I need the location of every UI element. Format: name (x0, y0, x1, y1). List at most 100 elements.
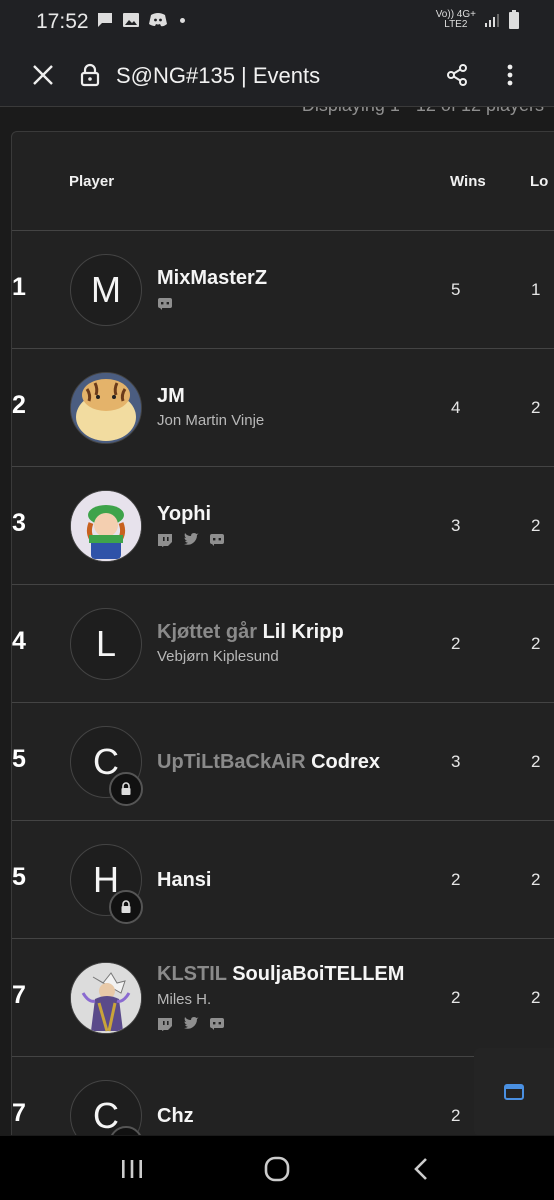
player-rank: 3 (12, 509, 26, 537)
player-tag: Codrex (311, 751, 380, 773)
discord-icon[interactable] (209, 533, 225, 547)
site-security-button[interactable] (76, 60, 104, 90)
player-rank: 5 (12, 863, 26, 891)
team-prefix: KLSTIL (157, 963, 227, 985)
table-header: Player Wins Lo (12, 132, 554, 231)
lock-icon (121, 900, 131, 913)
browser-toolbar: S@NG#135 | Events (0, 44, 554, 107)
player-rank: 2 (12, 391, 26, 419)
player-tag: Chz (157, 1105, 194, 1127)
twitter-icon[interactable] (183, 533, 199, 547)
character-art-avatar-image (71, 963, 141, 1033)
table-row[interactable]: 5 H Hansi 2 2 (12, 821, 554, 939)
player-tag: SouljaBoiTELLEM (232, 963, 405, 985)
more-options-button[interactable] (496, 60, 524, 90)
losses-value: 2 (531, 516, 541, 535)
open-in-app-button[interactable] (474, 1048, 554, 1135)
header-losses[interactable]: Lo (530, 173, 548, 190)
avatar-initial: M (91, 269, 121, 310)
lock-icon (121, 782, 131, 795)
twitch-icon[interactable] (157, 533, 173, 547)
table-row[interactable]: 1 M MixMasterZ 5 1 (12, 231, 554, 349)
wins-value: 2 (451, 1106, 461, 1125)
standings-table: Player Wins Lo 1 M MixMasterZ 5 1 2 JM J… (11, 131, 554, 1135)
table-row[interactable]: 7 KLSTIL SouljaBoiTELLEM Miles H. 2 2 (12, 939, 554, 1057)
avatar[interactable]: L (70, 608, 142, 680)
discord-icon[interactable] (157, 297, 173, 311)
player-name[interactable]: MixMasterZ (157, 267, 267, 290)
lock-icon (80, 63, 100, 87)
tiger-avatar-image (71, 373, 141, 443)
social-links (157, 297, 173, 311)
home-button[interactable] (260, 1152, 294, 1186)
wins-value: 3 (451, 752, 461, 771)
recent-apps-button[interactable] (116, 1154, 148, 1184)
header-player[interactable]: Player (69, 173, 114, 190)
player-name[interactable]: KLSTIL SouljaBoiTELLEM (157, 963, 404, 986)
twitter-icon[interactable] (183, 1017, 199, 1031)
player-name[interactable]: Yophi (157, 503, 211, 526)
table-row[interactable]: 4 L Kjøttet går Lil Kripp Vebjørn Kiples… (12, 585, 554, 703)
discord-icon (149, 13, 167, 27)
avatar-initial: L (95, 623, 117, 664)
player-real-name: Miles H. (157, 991, 212, 1008)
player-name[interactable]: Hansi (157, 869, 211, 892)
player-rank: 4 (12, 627, 26, 655)
close-button[interactable] (28, 60, 58, 90)
wins-value: 2 (451, 870, 461, 889)
player-name[interactable]: Chz (157, 1105, 194, 1128)
player-name[interactable]: Kjøttet går Lil Kripp (157, 621, 344, 644)
table-row[interactable]: 5 C UpTiLtBaCkAiR Codrex 3 2 (12, 703, 554, 821)
social-links (157, 533, 225, 547)
player-tag: MixMasterZ (157, 267, 268, 289)
luigi-avatar-image (71, 491, 141, 561)
page-content[interactable]: Displaying 1 - 12 of 12 players Player W… (0, 107, 554, 1135)
status-time: 17:52 (36, 10, 89, 33)
player-real-name: Jon Martin Vinje (157, 412, 265, 429)
network-indicator: Vo)) 4G+ LTE2 (436, 10, 476, 30)
back-button[interactable] (406, 1154, 436, 1184)
social-links (157, 1017, 225, 1031)
share-icon (447, 64, 467, 86)
discord-icon[interactable] (209, 1017, 225, 1031)
losses-value: 2 (531, 398, 541, 417)
losses-value: 2 (531, 988, 541, 1007)
losses-value: 2 (531, 870, 541, 889)
losses-value: 2 (531, 752, 541, 771)
dot-icon (180, 17, 185, 23)
page-title: S@NG#135 | Events (116, 63, 321, 88)
team-prefix: Kjøttet går (157, 621, 257, 643)
wins-value: 5 (451, 280, 461, 299)
more-vert-icon (507, 64, 513, 86)
network-line2: LTE2 (444, 19, 468, 30)
header-wins[interactable]: Wins (450, 173, 486, 190)
avatar[interactable]: M (70, 254, 142, 326)
home-icon (264, 1156, 290, 1182)
wins-value: 2 (451, 988, 461, 1007)
wins-value: 4 (451, 398, 461, 417)
player-rank: 7 (12, 981, 26, 1009)
avatar[interactable] (70, 490, 142, 562)
player-rank: 5 (12, 745, 26, 773)
system-navigation-bar (0, 1136, 554, 1200)
avatar[interactable] (70, 962, 142, 1034)
losses-value: 1 (531, 280, 541, 299)
player-name[interactable]: JM (157, 385, 185, 408)
image-icon (123, 13, 139, 27)
browser-window-icon (504, 1084, 524, 1100)
recents-icon (122, 1160, 142, 1178)
twitch-icon[interactable] (157, 1017, 173, 1031)
player-rank: 7 (12, 1099, 26, 1127)
message-icon (98, 13, 112, 27)
notification-icons (96, 11, 185, 29)
losses-value: 2 (531, 634, 541, 653)
avatar[interactable] (70, 372, 142, 444)
status-bar: 17:52 Vo)) 4G+ LTE2 (0, 0, 554, 44)
share-button[interactable] (442, 60, 472, 90)
battery-icon (509, 10, 519, 29)
table-row[interactable]: 7 C Chz 2 (12, 1057, 554, 1135)
table-row[interactable]: 2 JM Jon Martin Vinje 4 2 (12, 349, 554, 467)
player-name[interactable]: UpTiLtBaCkAiR Codrex (157, 751, 380, 774)
player-tag: JM (157, 385, 185, 407)
table-row[interactable]: 3 Yophi 3 2 (12, 467, 554, 585)
